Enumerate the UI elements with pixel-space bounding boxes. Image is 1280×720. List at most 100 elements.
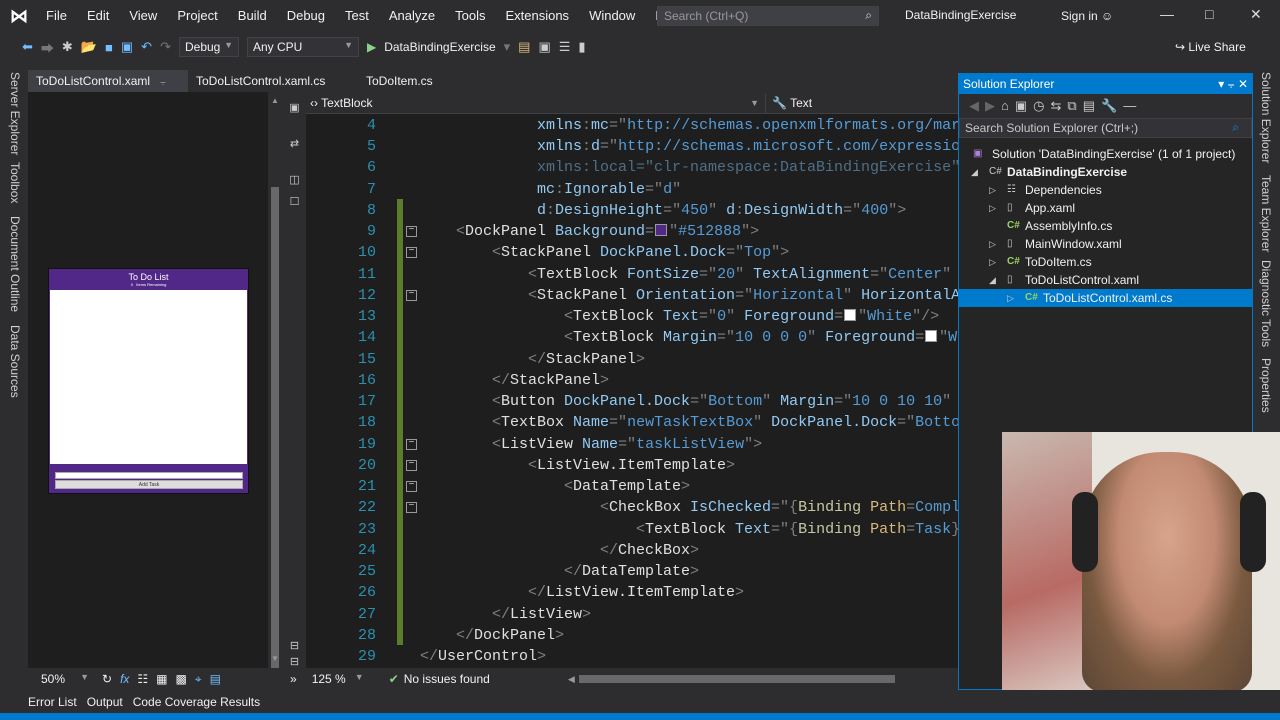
menu-tools[interactable]: Tools <box>445 0 495 32</box>
scroll-down-icon[interactable]: ▼ <box>271 654 279 663</box>
collapse-region-icon[interactable]: − <box>406 481 417 493</box>
collapse-region-icon[interactable]: − <box>406 226 417 238</box>
search-input[interactable]: Search (Ctrl+Q) ⌕ <box>657 6 879 26</box>
collapse-region-icon[interactable]: − <box>406 247 417 259</box>
collapse-region-icon[interactable]: − <box>406 459 417 471</box>
code-line[interactable]: 6 xmlns:local="clr-namespace:DataBindingE… <box>306 157 958 178</box>
tree-item[interactable]: ▷ ▯ App.xaml <box>959 199 1252 217</box>
collapse-region-icon[interactable]: − <box>406 438 417 450</box>
tree-item[interactable]: ▣ Solution 'DataBindingExercise' (1 of 1 … <box>959 145 1252 163</box>
pin-icon[interactable]: ⨪ <box>160 77 166 88</box>
collapse-region-icon[interactable]: − <box>406 502 417 514</box>
home-icon[interactable]: ⌂ <box>1001 98 1015 113</box>
code-line[interactable]: 21 <DataTemplate> <box>306 476 958 497</box>
code-line[interactable]: 22 <CheckBox IsChecked="{Binding Path=Com… <box>306 497 958 518</box>
tab-server-explorer[interactable]: Server Explorer <box>8 72 22 155</box>
expand-arrow-icon[interactable]: ▷ <box>1007 289 1014 307</box>
snap-icon[interactable]: ⌖ <box>195 672 202 687</box>
menu-edit[interactable]: Edit <box>77 0 119 32</box>
code-line[interactable]: 8 d:DesignHeight="450" d:DesignWidth="400… <box>306 200 958 221</box>
menu-project[interactable]: Project <box>167 0 227 32</box>
code-line[interactable]: 16 </StackPanel> <box>306 370 958 391</box>
save-icon[interactable]: ■ <box>105 40 113 55</box>
scrollbar-thumb[interactable] <box>271 187 279 670</box>
minimize-icon[interactable]: — <box>1160 6 1174 22</box>
menu-test[interactable]: Test <box>335 0 379 32</box>
start-target-button[interactable]: DataBindingExercise <box>384 40 495 54</box>
tab-code-coverage-results[interactable]: Code Coverage Results <box>133 695 260 709</box>
checkerboard-icon[interactable]: ▩ <box>176 672 187 686</box>
vertical-split-icon[interactable]: ◫ <box>288 174 301 187</box>
collapse-region-icon[interactable]: − <box>406 289 417 301</box>
code-line[interactable]: 15 </StackPanel> <box>306 349 958 370</box>
sign-in-link[interactable]: Sign in ☺ <box>1061 9 1113 23</box>
code-line[interactable]: 27 </ListView> <box>306 604 958 625</box>
menu-debug[interactable]: Debug <box>277 0 335 32</box>
pin-icon[interactable]: ⨪ <box>1228 77 1235 91</box>
code-line[interactable]: 9 <DockPanel Background= "#512888"> <box>306 221 958 242</box>
scroll-left-icon[interactable]: ◀ <box>568 674 575 685</box>
issues-status[interactable]: No issues found <box>404 672 490 686</box>
swap-panes-icon[interactable]: ⇄ <box>288 138 301 151</box>
tree-item[interactable]: ◢ ▯ ToDoListControl.xaml <box>959 271 1252 289</box>
menu-view[interactable]: View <box>119 0 167 32</box>
search-icon[interactable]: ⌕ <box>865 8 872 23</box>
tree-item[interactable]: ▷ C# ToDoItem.cs <box>959 253 1252 271</box>
artboard-icon[interactable]: ▦ <box>156 672 167 686</box>
navigate-forward-icon[interactable]: ⮕ <box>41 38 54 57</box>
designer-scrollbar[interactable]: ▲ ▼ <box>268 92 282 670</box>
tab-diagnostic-tools[interactable]: Diagnostic Tools <box>1259 260 1273 347</box>
show-all-files-icon[interactable]: ▤ <box>1083 98 1101 113</box>
undo-icon[interactable]: ↶ <box>141 39 152 55</box>
tree-item[interactable]: C# AssemblyInfo.cs <box>959 217 1252 235</box>
expand-icon[interactable]: » <box>290 672 297 686</box>
tab-output[interactable]: Output <box>87 695 123 709</box>
designer-zoom-select[interactable]: 50% ▼ <box>36 670 94 688</box>
code-line[interactable]: 18 <TextBox Name="newTaskTextBox" DockPan… <box>306 412 958 433</box>
tab-properties[interactable]: Properties <box>1259 358 1273 413</box>
tree-item[interactable]: ▷ ☷ Dependencies <box>959 181 1252 199</box>
close-panel-icon[interactable]: ✕ <box>1238 77 1248 91</box>
code-line[interactable]: 28 </DockPanel> <box>306 625 958 646</box>
tree-item[interactable]: ◢ C# DataBindingExercise <box>959 163 1252 181</box>
configuration-select[interactable]: Debug ▼ <box>178 37 239 57</box>
expand-arrow-icon[interactable]: ▷ <box>989 199 996 217</box>
code-line[interactable]: 26 </ListView.ItemTemplate> <box>306 582 958 603</box>
code-line[interactable]: 10 <StackPanel DockPanel.Dock="Top"> <box>306 242 958 263</box>
bookmark-icon[interactable]: ▮ <box>578 39 585 55</box>
collapse-pane-icon[interactable]: ⊟ <box>288 640 301 653</box>
tab-todolistcontrol-xaml[interactable]: ToDoListControl.xaml⨪ ✕ <box>28 70 188 112</box>
live-share-button[interactable]: ↪ Live Share <box>1175 40 1246 54</box>
find-in-files-icon[interactable]: ▤ <box>518 39 530 55</box>
code-line[interactable]: 4 xmlns:mc="http://schemas.openxmlformats… <box>306 115 958 136</box>
editor-zoom-select[interactable]: 125 % ▼ <box>306 670 369 688</box>
collapse-arrow-icon[interactable]: ◢ <box>989 271 996 289</box>
collapse-all-icon[interactable]: ⧉ <box>1067 98 1082 113</box>
tab-document-outline[interactable]: Document Outline <box>8 216 22 312</box>
dropdown-icon[interactable]: ▾ <box>1218 77 1224 91</box>
code-line[interactable]: 14 <TextBlock Margin="10 0 0 0" Foregroun… <box>306 327 958 348</box>
tab-todolistcontrol-xaml-cs[interactable]: ToDoListControl.xaml.cs <box>188 70 358 92</box>
collapse-arrow-icon[interactable]: ◢ <box>971 163 978 181</box>
toolbox-icon[interactable]: ▣ <box>538 39 550 55</box>
expand-arrow-icon[interactable]: ▷ <box>989 253 996 271</box>
element-dropdown[interactable]: ‹› TextBlock ▼ <box>310 93 766 113</box>
start-icon[interactable]: ▶ <box>367 40 376 54</box>
code-line[interactable]: 13 <TextBlock Text="0" Foreground= "White"… <box>306 306 958 327</box>
navigate-back-icon[interactable]: ⬅ <box>22 39 33 55</box>
tab-error-list[interactable]: Error List <box>28 695 77 709</box>
horizontal-split-icon[interactable]: ☐ <box>288 196 301 209</box>
sync-icon[interactable]: ⇆ <box>1051 98 1068 113</box>
scroll-up-icon[interactable]: ▲ <box>271 96 279 105</box>
code-line[interactable]: 12 <StackPanel Orientation="Horizontal" H… <box>306 285 958 306</box>
menu-analyze[interactable]: Analyze <box>379 0 445 32</box>
solution-search-input[interactable]: Search Solution Explorer (Ctrl+;) ⌕ <box>959 118 1252 138</box>
code-line[interactable]: 5 xmlns:d="http://schemas.microsoft.com/e… <box>306 136 958 157</box>
design-view-icon[interactable]: ▣ <box>288 102 301 115</box>
design-preview[interactable]: To Do List 0 Items Remaining Add Task <box>48 268 249 494</box>
code-line[interactable]: 7 mc:Ignorable="d" <box>306 179 958 200</box>
search-icon[interactable]: ⌕ <box>1232 120 1239 135</box>
expand-arrow-icon[interactable]: ▷ <box>989 181 996 199</box>
align-icon[interactable]: ☰ <box>559 39 571 55</box>
forward-icon[interactable]: ▶ <box>985 98 1001 113</box>
